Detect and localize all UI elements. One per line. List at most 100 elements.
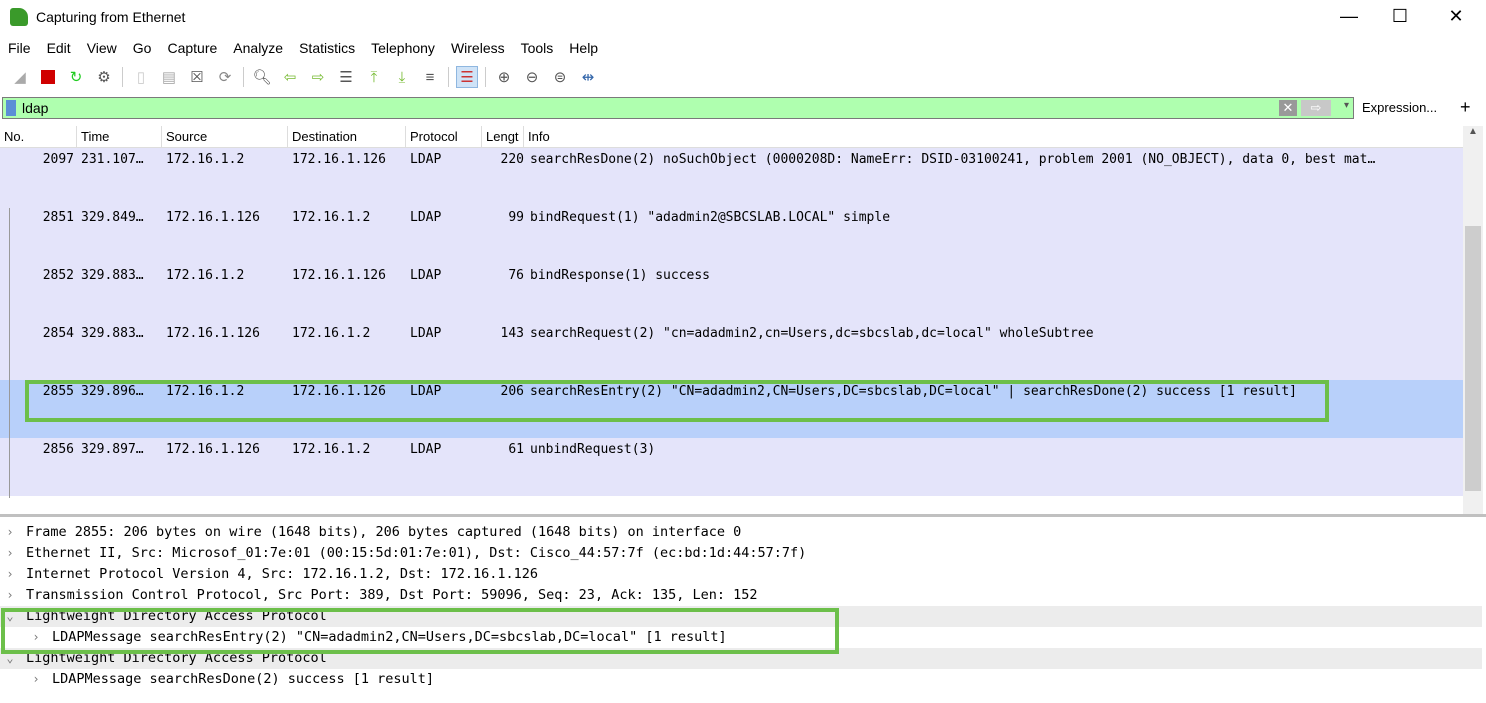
minimize-button[interactable]: — (1326, 4, 1372, 30)
menu-analyze[interactable]: Analyze (225, 37, 291, 59)
column-info[interactable]: Info (524, 126, 1424, 147)
packet-details: › Frame 2855: 206 bytes on wire (1648 bit… (0, 522, 1482, 690)
column-length[interactable]: Lengt (482, 126, 524, 147)
restart-icon[interactable]: ↻ (65, 66, 87, 88)
first-packet-icon[interactable]: ⤒ (363, 66, 385, 88)
menu-go[interactable]: Go (125, 37, 160, 59)
go-to-packet-icon[interactable]: ☰ (335, 66, 357, 88)
chevron-right-icon[interactable]: › (0, 564, 20, 585)
packet-len: 220 (500, 152, 524, 167)
menu-help[interactable]: Help (561, 37, 606, 59)
chevron-right-icon[interactable]: › (0, 522, 20, 543)
filter-text[interactable]: ldap (22, 100, 48, 116)
bookmark-icon[interactable] (6, 100, 16, 116)
packet-time: 231.107… (81, 152, 144, 167)
packet-info: searchResDone(2) noSuchObject (0000208D:… (530, 152, 1376, 167)
packet-info: bindRequest(1) "adadmin2@SBCSLAB.LOCAL" … (530, 210, 891, 225)
detail-text: LDAPMessage searchResDone(2) success [1 … (52, 671, 435, 687)
zoom-out-icon[interactable]: ⊖ (521, 66, 543, 88)
column-time[interactable]: Time (77, 126, 162, 147)
stop-icon[interactable] (37, 66, 59, 88)
toolbar-separator (122, 67, 123, 87)
add-filter-button[interactable]: + (1460, 97, 1471, 118)
detail-row[interactable]: › Transmission Control Protocol, Src Port… (0, 585, 1482, 606)
detail-row[interactable]: › LDAPMessage searchResDone(2) success [1… (0, 669, 1482, 690)
packet-src: 172.16.1.126 (166, 326, 260, 341)
packet-info: bindResponse(1) success (530, 268, 711, 283)
back-arrow-icon[interactable]: ⇦ (279, 66, 301, 88)
open-file-icon[interactable]: ▯ (130, 66, 152, 88)
detail-row[interactable]: › Ethernet II, Src: Microsof_01:7e:01 (00… (0, 543, 1482, 564)
packet-list-header: No. Time Source Destination Protocol Len… (0, 126, 1463, 148)
packet-proto: LDAP (410, 152, 442, 167)
display-filter-input[interactable]: ldap ✕ ⇨ ▾ (2, 97, 1354, 119)
packet-row[interactable]: 2856 329.897… 172.16.1.126 172.16.1.2 LDAP 61… (0, 438, 1463, 496)
menu-file[interactable]: File (0, 37, 39, 59)
packet-row[interactable]: 2854 329.883… 172.16.1.126 172.16.1.2 LDAP 14… (0, 322, 1463, 380)
auto-scroll-icon[interactable]: ≡ (419, 66, 441, 88)
packet-row[interactable]: 2852 329.883… 172.16.1.2 172.16.1.126 LDAP 76… (0, 264, 1463, 322)
forward-arrow-icon[interactable]: ⇨ (307, 66, 329, 88)
packet-src: 172.16.1.2 (166, 152, 245, 167)
apply-filter-arrow-icon[interactable]: ⇨ (1301, 100, 1331, 116)
maximize-button[interactable]: ☐ (1377, 4, 1423, 30)
packet-info: unbindRequest(3) (530, 442, 656, 457)
menu-capture[interactable]: Capture (159, 37, 225, 59)
save-file-icon[interactable]: ▤ (158, 66, 180, 88)
close-file-icon[interactable]: ☒ (186, 66, 208, 88)
packet-src: 172.16.1.2 (166, 268, 245, 283)
packet-src: 172.16.1.126 (166, 210, 260, 225)
detail-row[interactable]: › Frame 2855: 206 bytes on wire (1648 bit… (0, 522, 1482, 543)
menu-statistics[interactable]: Statistics (291, 37, 363, 59)
find-icon[interactable]: 🔍︎ (251, 66, 273, 88)
column-no[interactable]: No. (0, 126, 77, 147)
resize-columns-icon[interactable]: ⇹ (577, 66, 599, 88)
menu-edit[interactable]: Edit (39, 37, 79, 59)
packet-list: No. Time Source Destination Protocol Len… (0, 126, 1463, 498)
packet-row[interactable]: 2851 329.849… 172.16.1.126 172.16.1.2 LDAP 99… (0, 206, 1463, 264)
column-destination[interactable]: Destination (288, 126, 406, 147)
detail-text: Ethernet II, Src: Microsof_01:7e:01 (00:… (26, 545, 807, 561)
reload-icon[interactable]: ⟳ (214, 66, 236, 88)
main-toolbar: ◢ ↻ ⚙ ▯ ▤ ☒ ⟳ 🔍︎ ⇦ ⇨ ☰ ⤒ ⤓ ≡ ☰ ⊕ ⊖ ⊜ ⇹ (0, 63, 1486, 91)
menu-wireless[interactable]: Wireless (443, 37, 513, 59)
highlight-box-details (1, 608, 839, 654)
menu-tools[interactable]: Tools (513, 37, 562, 59)
packet-no: 2856 (42, 442, 74, 457)
detail-row[interactable]: › Internet Protocol Version 4, Src: 172.1… (0, 564, 1482, 585)
packet-len: 99 (508, 210, 524, 225)
options-gear-icon[interactable]: ⚙ (93, 66, 115, 88)
pane-splitter[interactable] (0, 514, 1486, 517)
filter-history-dropdown-icon[interactable]: ▾ (1344, 100, 1349, 111)
packet-proto: LDAP (410, 326, 442, 341)
chevron-right-icon[interactable]: › (0, 543, 20, 564)
chevron-right-icon[interactable]: › (26, 669, 46, 690)
wireshark-logo-icon (10, 8, 28, 26)
toolbar-separator (448, 67, 449, 87)
expression-button[interactable]: Expression... (1362, 100, 1437, 115)
close-button[interactable]: ✕ (1433, 4, 1479, 30)
packet-dst: 172.16.1.2 (292, 442, 371, 457)
packet-no: 2852 (42, 268, 74, 283)
packet-proto: LDAP (410, 442, 442, 457)
related-packet-line (9, 208, 10, 498)
packet-dst: 172.16.1.2 (292, 326, 371, 341)
packet-no: 2851 (42, 210, 74, 225)
column-source[interactable]: Source (162, 126, 288, 147)
column-protocol[interactable]: Protocol (406, 126, 482, 147)
colorize-icon[interactable]: ☰ (456, 66, 478, 88)
normal-size-icon[interactable]: ⊜ (549, 66, 571, 88)
zoom-in-icon[interactable]: ⊕ (493, 66, 515, 88)
last-packet-icon[interactable]: ⤓ (391, 66, 413, 88)
scrollbar-thumb[interactable] (1465, 226, 1481, 491)
clear-filter-icon[interactable]: ✕ (1279, 100, 1297, 116)
menu-telephony[interactable]: Telephony (363, 37, 443, 59)
packet-dst: 172.16.1.2 (292, 210, 371, 225)
menu-view[interactable]: View (79, 37, 125, 59)
scroll-up-icon[interactable]: ▲ (1463, 126, 1483, 137)
packet-row[interactable]: 2097 231.107… 172.16.1.2 172.16.1.126 LDAP 22… (0, 148, 1463, 206)
chevron-right-icon[interactable]: › (0, 585, 20, 606)
packet-dst: 172.16.1.126 (292, 152, 386, 167)
shark-fin-start-icon[interactable]: ◢ (9, 66, 31, 88)
packet-dst: 172.16.1.126 (292, 268, 386, 283)
